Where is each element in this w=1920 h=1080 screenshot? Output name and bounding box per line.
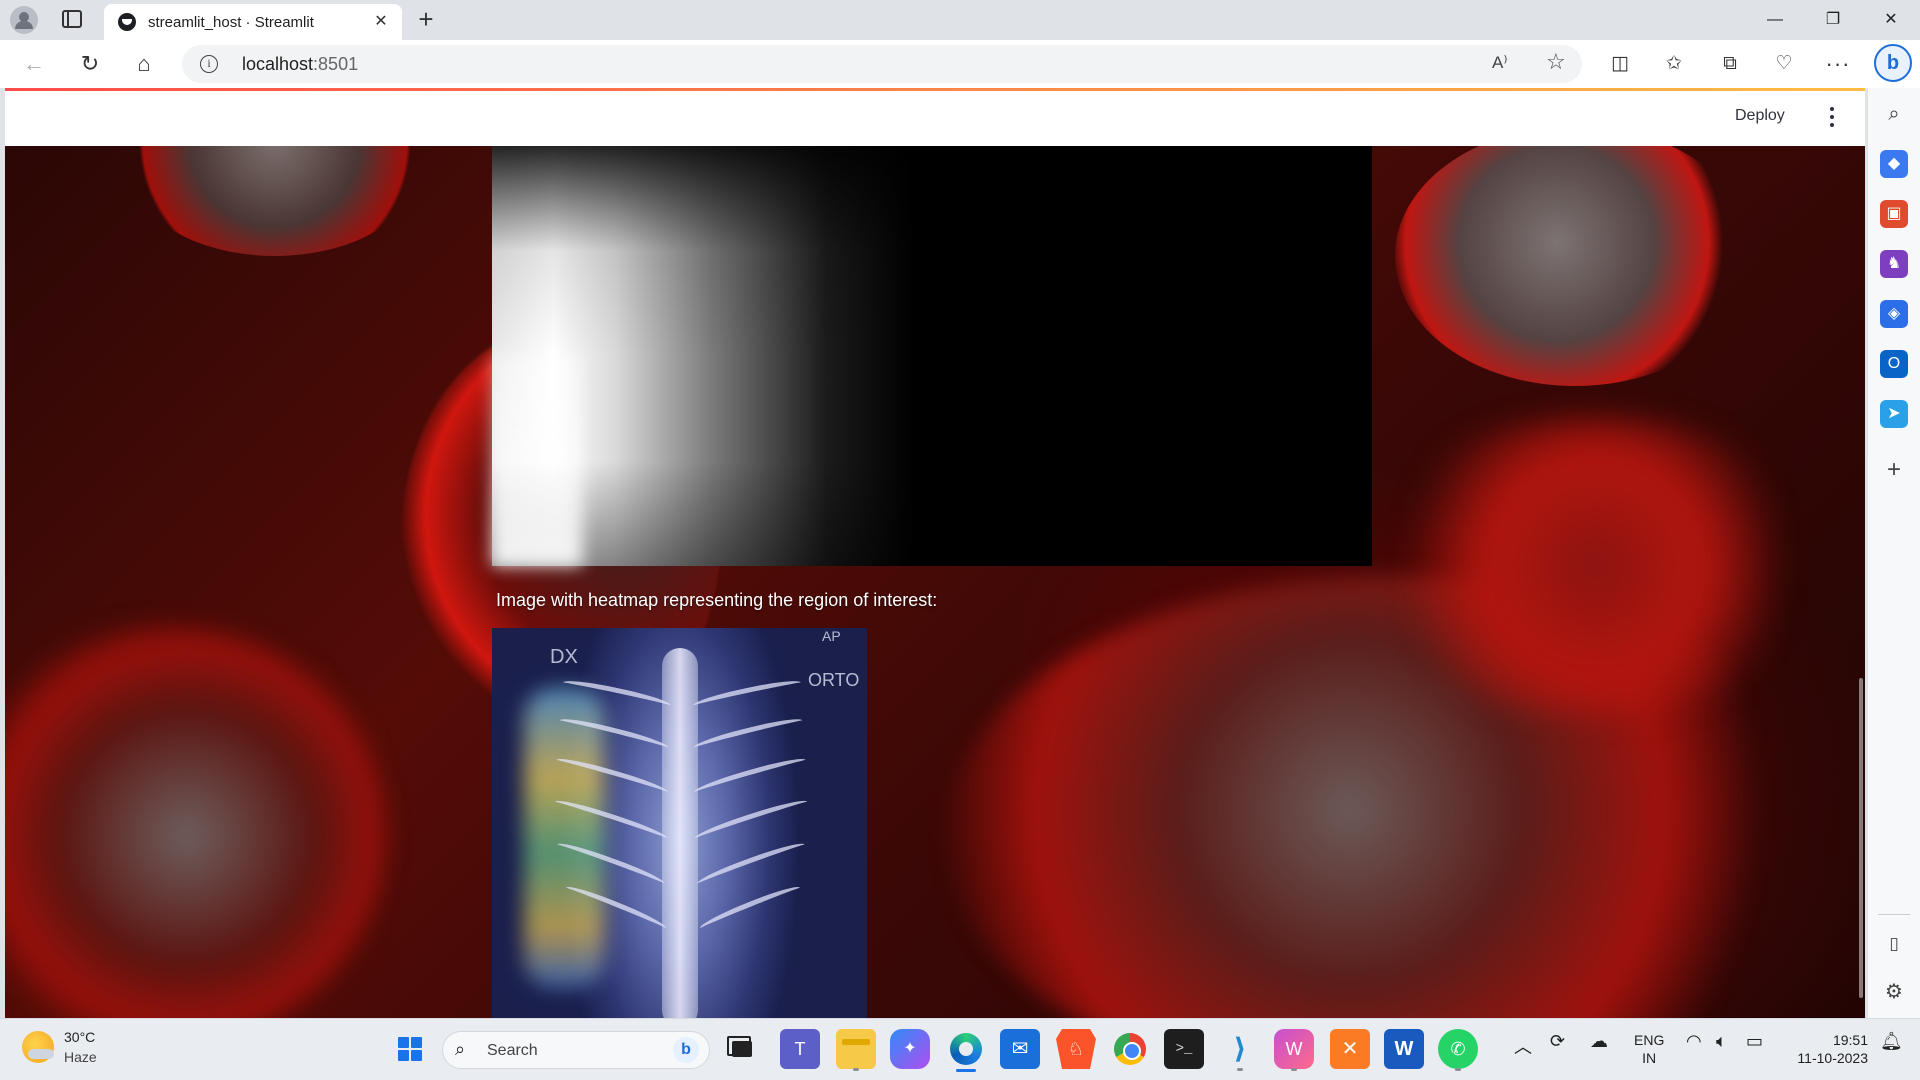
edge-icon[interactable] (946, 1029, 986, 1072)
teams-icon[interactable]: T (780, 1029, 820, 1069)
windows-logo-icon (398, 1037, 422, 1061)
taskbar-clock[interactable]: 19:51 11-10-2023 (1784, 1031, 1868, 1067)
weather-condition[interactable]: Haze (64, 1049, 97, 1065)
minimize-button[interactable]: — (1752, 4, 1798, 36)
collections-icon[interactable]: ⧉ (1714, 48, 1746, 80)
browser-title-bar: streamlit_host · Streamlit ✕ + — ❐ ✕ (0, 0, 1920, 40)
input-language[interactable]: ENG IN (1634, 1031, 1664, 1067)
volume-icon[interactable]: 🔈︎ (1716, 1031, 1727, 1052)
windows-taskbar: 30°C Haze ⌕ Search b T ✦ ✉ ♘ >_ ⟩ W ✕ W … (0, 1018, 1920, 1080)
chrome-icon[interactable] (1110, 1029, 1150, 1069)
vscode-icon[interactable]: ⟩ (1220, 1029, 1260, 1071)
whatsapp-icon[interactable]: ✆ (1438, 1029, 1478, 1071)
outlook-icon[interactable]: O (1880, 350, 1908, 378)
xampp-icon[interactable]: ✕ (1330, 1029, 1370, 1069)
favorites-icon[interactable]: ✩ (1658, 48, 1690, 80)
close-window-button[interactable]: ✕ (1868, 4, 1914, 36)
star-icon[interactable]: ☆ (1546, 49, 1566, 75)
virus-particle (125, 146, 425, 256)
xray-marker-ap: AP (822, 628, 841, 644)
url-text[interactable]: localhost:8501 (242, 54, 358, 75)
onedrive-cloud-icon[interactable]: ☁ (1590, 1031, 1608, 1052)
mail-icon[interactable]: ✉ (1000, 1029, 1040, 1069)
browser-toolbar: ← ↻ ⌂ i localhost:8501 A⁾ ☆ ◫ ✩ ⧉ ♡ ··· … (0, 40, 1920, 88)
edge-sidebar: ⌕ ◆ ▣ ♞ ◈ O ➤ + ▯ ⚙ (1868, 88, 1920, 1018)
sidebar-settings-icon[interactable]: ⚙ (1880, 978, 1908, 1006)
games-icon[interactable]: ♞ (1880, 250, 1908, 278)
wifi-icon[interactable]: ◠ (1686, 1031, 1702, 1052)
xray-rib (691, 676, 803, 712)
weather-haze-icon[interactable] (22, 1031, 54, 1063)
streamlit-page: Deploy Image with heatmap representing t… (5, 88, 1865, 1018)
file-explorer-icon[interactable] (836, 1029, 876, 1071)
deploy-button[interactable]: Deploy (1735, 107, 1785, 125)
xray-marker-orto: ORTO (808, 670, 860, 690)
browser-tab-active[interactable]: streamlit_host · Streamlit ✕ (104, 4, 402, 40)
xray-rib (692, 754, 808, 798)
show-hidden-icons-chevron-icon[interactable]: ︿ (1514, 1033, 1532, 1059)
heart-pulse-icon[interactable]: ♡ (1768, 48, 1800, 80)
copilot-icon[interactable]: ✦ (890, 1029, 930, 1069)
bing-icon[interactable]: b (673, 1037, 699, 1063)
start-button[interactable] (390, 1029, 430, 1069)
profile-icon[interactable] (10, 6, 38, 34)
microsoft-365-icon[interactable]: ◈ (1880, 300, 1908, 328)
task-view-icon[interactable] (722, 1029, 762, 1069)
xray-rib (695, 838, 807, 890)
hide-sidebar-icon[interactable]: ▯ (1880, 930, 1908, 958)
word-icon[interactable]: W (1384, 1029, 1424, 1069)
xray-rib (693, 796, 809, 844)
heatmap-caption: Image with heatmap representing the regi… (496, 590, 938, 610)
taskbar-search[interactable]: ⌕ Search b (442, 1031, 710, 1069)
streamlit-favicon-icon (118, 13, 136, 31)
streamlit-header: Deploy (5, 91, 1865, 146)
bing-copilot-icon[interactable]: b (1874, 44, 1912, 82)
terminal-icon[interactable]: >_ (1164, 1029, 1204, 1069)
read-aloud-icon[interactable]: A⁾ (1492, 53, 1508, 73)
shopping-tag-icon[interactable]: ◆ (1880, 150, 1908, 178)
brave-icon[interactable]: ♘ (1056, 1029, 1096, 1069)
sidebar-divider (1878, 914, 1910, 915)
xray-rib (692, 714, 804, 754)
page-scrollbar[interactable] (1859, 678, 1863, 998)
sync-icon[interactable]: ⟳ (1550, 1031, 1565, 1052)
heatmap-image (492, 146, 1372, 566)
reload-icon[interactable]: ↻ (74, 48, 106, 80)
clock-time: 19:51 (1832, 1032, 1868, 1048)
virus-particle (5, 626, 385, 1018)
new-tab-button[interactable]: + (412, 6, 440, 34)
main-content: Image with heatmap representing the regi… (492, 146, 1372, 1018)
notification-bell-icon[interactable]: 🔔︎ (1880, 1031, 1903, 1052)
tab-close-icon[interactable]: ✕ (370, 11, 392, 33)
more-icon[interactable]: ··· (1822, 48, 1854, 80)
add-sidebar-app-icon[interactable]: + (1880, 456, 1908, 484)
info-icon[interactable]: i (200, 55, 218, 73)
home-icon[interactable]: ⌂ (128, 48, 160, 80)
drop-icon[interactable]: ➤ (1880, 400, 1908, 428)
virus-particle (1395, 146, 1755, 386)
back-arrow-icon[interactable]: ← (18, 48, 50, 80)
sidebar-search-icon[interactable]: ⌕ (1880, 100, 1908, 128)
maximize-button[interactable]: ❐ (1810, 4, 1856, 36)
tab-actions-icon[interactable] (62, 10, 82, 28)
split-screen-icon[interactable]: ◫ (1604, 48, 1636, 80)
wps-office-icon[interactable]: W (1274, 1029, 1314, 1071)
battery-icon[interactable]: ▭ (1746, 1031, 1763, 1052)
xray-heatmap-overlay-image: DX ORTO AP (492, 628, 867, 1018)
address-bar[interactable]: i localhost:8501 A⁾ ☆ (182, 45, 1582, 83)
search-placeholder: Search (487, 1042, 538, 1059)
xray-marker-dx: DX (550, 646, 578, 668)
xray-rib (697, 882, 803, 934)
main-menu-icon[interactable] (1827, 105, 1837, 129)
virus-particle (1365, 416, 1825, 716)
tools-icon[interactable]: ▣ (1880, 200, 1908, 228)
clock-date: 11-10-2023 (1797, 1050, 1868, 1066)
weather-temperature[interactable]: 30°C (64, 1029, 95, 1045)
search-icon: ⌕ (455, 1039, 466, 1059)
tab-title: streamlit_host · Streamlit (148, 14, 314, 31)
